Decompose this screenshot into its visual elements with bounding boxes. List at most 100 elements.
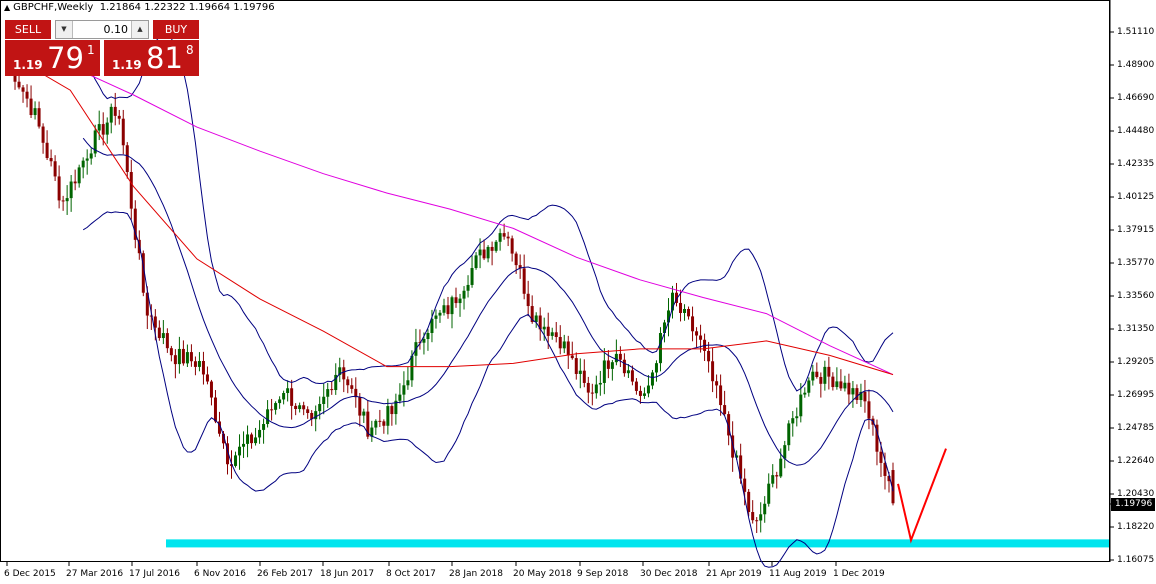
candle-body (290, 388, 294, 406)
candle-body (835, 381, 839, 388)
candle-body (634, 381, 638, 391)
candle-body (831, 376, 835, 388)
candle-body (238, 446, 242, 456)
candle-body (410, 355, 414, 381)
candle-body (687, 308, 691, 317)
chart-header: ▲ GBPCHF,Weekly 1.21864 1.22322 1.19664 1… (4, 2, 275, 13)
x-tick-label: 26 Feb 2017 (257, 569, 314, 579)
candle-body (278, 399, 282, 404)
candle-body (169, 348, 173, 356)
candle-body (270, 409, 274, 411)
bid-price-box[interactable]: 1.19 79 1 (5, 40, 100, 76)
x-tick-label: 6 Nov 2016 (194, 569, 246, 579)
triangle-down-icon: ▼ (61, 25, 67, 33)
bid-price-prefix: 1.19 (13, 58, 43, 72)
candle-body (189, 352, 193, 362)
candle-body (422, 338, 426, 343)
candle-body (262, 424, 266, 430)
candle-body (49, 158, 53, 162)
candle-body (819, 376, 823, 384)
candle-body (839, 381, 843, 389)
candle-body (57, 176, 61, 201)
candle-body (654, 363, 658, 373)
candle-body (161, 333, 165, 339)
candle-body (386, 406, 390, 426)
x-tick-label: 1 Dec 2019 (833, 569, 885, 579)
y-tick-label: 1.42335 (1117, 159, 1155, 169)
candle-body (274, 403, 278, 410)
moving-average-slow-line (6, 47, 894, 376)
candle-body (342, 367, 346, 380)
candle-body (598, 382, 602, 385)
candle-body (53, 161, 57, 177)
candle-body (406, 380, 410, 386)
lot-increase-button[interactable]: ▲ (131, 21, 148, 38)
candle-body (867, 401, 871, 419)
candle-body (402, 385, 406, 395)
y-tick-label: 1.18220 (1117, 522, 1155, 532)
candle-body (201, 361, 205, 375)
chart-window[interactable]: ▲ GBPCHF,Weekly 1.21864 1.22322 1.19664 1… (0, 0, 1156, 584)
candle-body (562, 341, 566, 349)
candle-body (767, 483, 771, 504)
candle-body (254, 437, 258, 444)
candle-body (298, 405, 302, 410)
candle-body (306, 409, 310, 414)
y-tick-label: 1.26995 (1117, 390, 1155, 400)
lot-size-control: ▼ ▲ (55, 20, 149, 39)
candle-body (89, 153, 93, 159)
candle-body (258, 429, 262, 438)
sell-button[interactable]: SELL (5, 20, 51, 39)
candle-body (879, 451, 883, 463)
candle-body (434, 315, 438, 319)
candle-body (847, 382, 851, 395)
candle-body (73, 181, 77, 184)
candle-body (81, 160, 85, 168)
candle-body (466, 284, 470, 291)
candle-body (807, 380, 811, 393)
candle-body (747, 491, 751, 513)
support-zone (166, 539, 1109, 548)
ask-price-box[interactable]: 1.19 81 8 (104, 40, 199, 76)
lot-size-input[interactable] (74, 22, 128, 37)
candle-body (626, 370, 630, 374)
candle-body (213, 397, 217, 422)
candle-body (787, 423, 791, 446)
axis-ticks (6, 31, 1114, 566)
candle-body (799, 394, 803, 417)
x-tick-label: 21 Apr 2019 (706, 569, 762, 579)
candle-body (350, 385, 354, 389)
candle-body (699, 335, 703, 340)
candle-body (69, 181, 73, 199)
x-tick-label: 18 Jun 2017 (320, 569, 375, 579)
bollinger-upper-band (82, 35, 894, 392)
x-tick-label: 9 Sep 2018 (577, 569, 629, 579)
candle-body (775, 475, 779, 477)
buy-button[interactable]: BUY (153, 20, 199, 39)
x-tick-label: 27 Mar 2016 (66, 569, 124, 579)
candle-body (843, 382, 847, 389)
candle-body (803, 392, 807, 395)
candle-body (322, 396, 326, 404)
candle-body (25, 91, 29, 99)
lot-decrease-button[interactable]: ▼ (56, 21, 73, 38)
y-tick-label: 1.24785 (1117, 423, 1155, 433)
candle-body (294, 405, 298, 410)
candle-body (606, 360, 610, 369)
candle-body (181, 348, 185, 364)
y-tick-label: 1.44480 (1117, 126, 1155, 136)
y-tick-label: 1.22640 (1117, 456, 1155, 466)
candle-body (346, 379, 350, 386)
candle-body (855, 388, 859, 401)
chart-canvas[interactable] (0, 0, 1156, 584)
candle-body (707, 350, 711, 362)
y-tick-label: 1.40125 (1117, 192, 1155, 202)
y-tick-label: 1.35770 (1117, 258, 1155, 268)
candle-body (193, 361, 197, 367)
candle-body (522, 268, 526, 294)
ask-price-big: 81 (146, 41, 183, 75)
candle-body (129, 172, 133, 209)
candle-body (590, 392, 594, 394)
candle-body (650, 372, 654, 386)
candle-body (691, 316, 695, 332)
